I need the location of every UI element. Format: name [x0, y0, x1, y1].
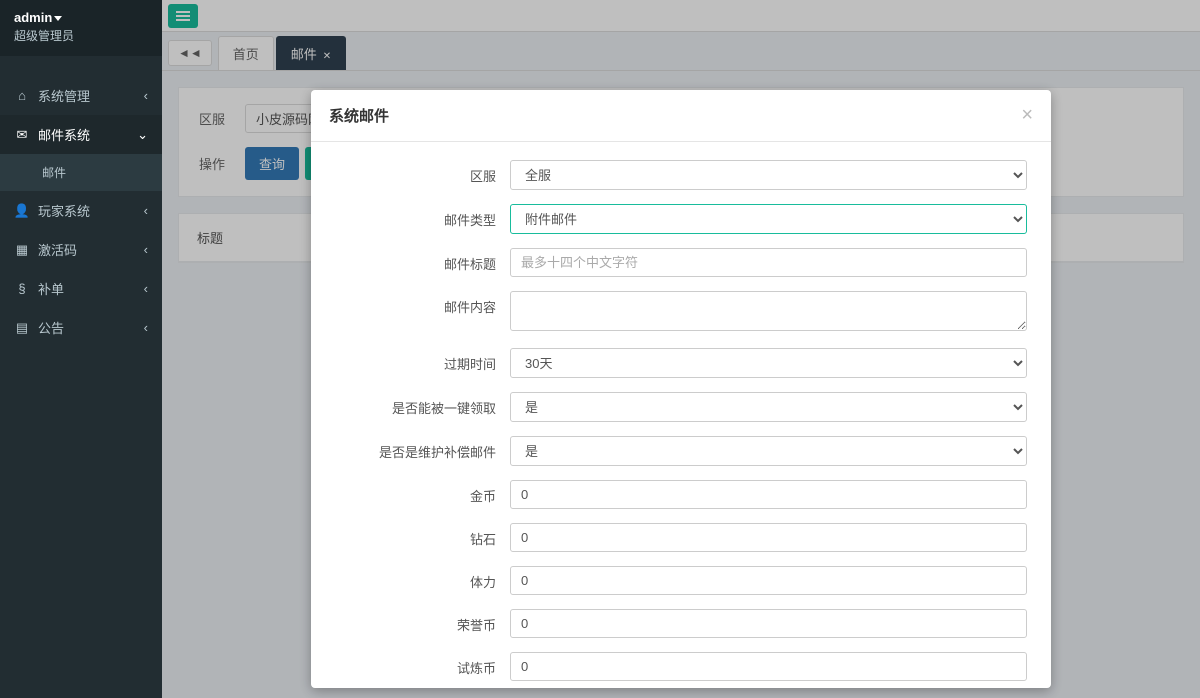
select-server[interactable]: 全服: [510, 160, 1027, 190]
home-icon: ⌂: [14, 88, 30, 103]
submenu-mail: 邮件: [0, 154, 162, 191]
input-subject[interactable]: [510, 248, 1027, 277]
modal-system-mail: 系统邮件 × 区服全服 邮件类型附件邮件 邮件标题 邮件内容 过期时间30天 是…: [311, 90, 1051, 688]
user-role: 超级管理员: [14, 27, 148, 44]
input-stamina[interactable]: [510, 566, 1027, 595]
sidebar-item-activation[interactable]: ▦ 激活码 ‹: [0, 230, 162, 269]
label-expire: 过期时间: [335, 348, 510, 373]
chevron-left-icon: ‹: [144, 242, 148, 257]
select-type[interactable]: 附件邮件: [510, 204, 1027, 234]
sidebar-item-label: 玩家系统: [38, 201, 90, 220]
sidebar-item-system[interactable]: ⌂ 系统管理 ‹: [0, 76, 162, 115]
sidebar-item-label: 邮件系统: [38, 125, 90, 144]
chevron-left-icon: ‹: [144, 281, 148, 296]
label-honor: 荣誉币: [335, 609, 510, 634]
sidebar-item-label: 系统管理: [38, 86, 90, 105]
mail-icon: ✉: [14, 127, 30, 143]
caret-down-icon: [54, 16, 62, 21]
sidebar-item-reorder[interactable]: § 补单 ‹: [0, 269, 162, 308]
sidebar-item-player[interactable]: 👤 玩家系统 ‹: [0, 191, 162, 230]
chevron-down-icon: ⌄: [137, 127, 148, 143]
input-diamond[interactable]: [510, 523, 1027, 552]
sidebar-item-label: 公告: [38, 318, 64, 337]
modal-title: 系统邮件: [329, 105, 389, 126]
user-icon: 👤: [14, 203, 30, 219]
sidebar: admin 超级管理员 ⌂ 系统管理 ‹ ✉ 邮件系统 ⌄ 邮件 👤 玩家系统 ‹ ▦ 激活码…: [0, 0, 162, 698]
link-icon: §: [14, 281, 30, 296]
sidebar-menu: ⌂ 系统管理 ‹ ✉ 邮件系统 ⌄ 邮件 👤 玩家系统 ‹ ▦ 激活码 ‹ § 补单 ‹ ▤ 公告 ‹: [0, 76, 162, 347]
label-diamond: 钻石: [335, 523, 510, 548]
label-stamina: 体力: [335, 566, 510, 591]
label-compensate: 是否是维护补偿邮件: [335, 436, 510, 461]
modal-header: 系统邮件 ×: [311, 90, 1051, 142]
sidebar-item-label: 补单: [38, 279, 64, 298]
input-trial[interactable]: [510, 652, 1027, 681]
qrcode-icon: ▦: [14, 242, 30, 258]
sidebar-item-label: 激活码: [38, 240, 77, 259]
select-oneclick[interactable]: 是: [510, 392, 1027, 422]
label-subject: 邮件标题: [335, 248, 510, 273]
textarea-content[interactable]: [510, 291, 1027, 331]
submenu-label: 邮件: [42, 164, 66, 181]
select-compensate[interactable]: 是: [510, 436, 1027, 466]
label-trial: 试炼币: [335, 652, 510, 677]
modal-body: 区服全服 邮件类型附件邮件 邮件标题 邮件内容 过期时间30天 是否能被一键领取…: [311, 142, 1051, 688]
input-gold[interactable]: [510, 480, 1027, 509]
submenu-item-mail[interactable]: 邮件: [0, 154, 162, 191]
chevron-left-icon: ‹: [144, 203, 148, 218]
user-name: admin: [14, 10, 52, 25]
sidebar-item-mail[interactable]: ✉ 邮件系统 ⌄: [0, 115, 162, 154]
input-honor[interactable]: [510, 609, 1027, 638]
select-expire[interactable]: 30天: [510, 348, 1027, 378]
chevron-left-icon: ‹: [144, 88, 148, 103]
sidebar-item-announce[interactable]: ▤ 公告 ‹: [0, 308, 162, 347]
modal-overlay: 系统邮件 × 区服全服 邮件类型附件邮件 邮件标题 邮件内容 过期时间30天 是…: [162, 0, 1200, 698]
label-content: 邮件内容: [335, 291, 510, 316]
label-oneclick: 是否能被一键领取: [335, 392, 510, 417]
sidebar-user-block[interactable]: admin 超级管理员: [0, 0, 162, 56]
modal-close-button[interactable]: ×: [1021, 104, 1033, 127]
label-server: 区服: [335, 160, 510, 185]
label-gold: 金币: [335, 480, 510, 505]
list-icon: ▤: [14, 320, 30, 336]
chevron-left-icon: ‹: [144, 320, 148, 335]
label-type: 邮件类型: [335, 204, 510, 229]
